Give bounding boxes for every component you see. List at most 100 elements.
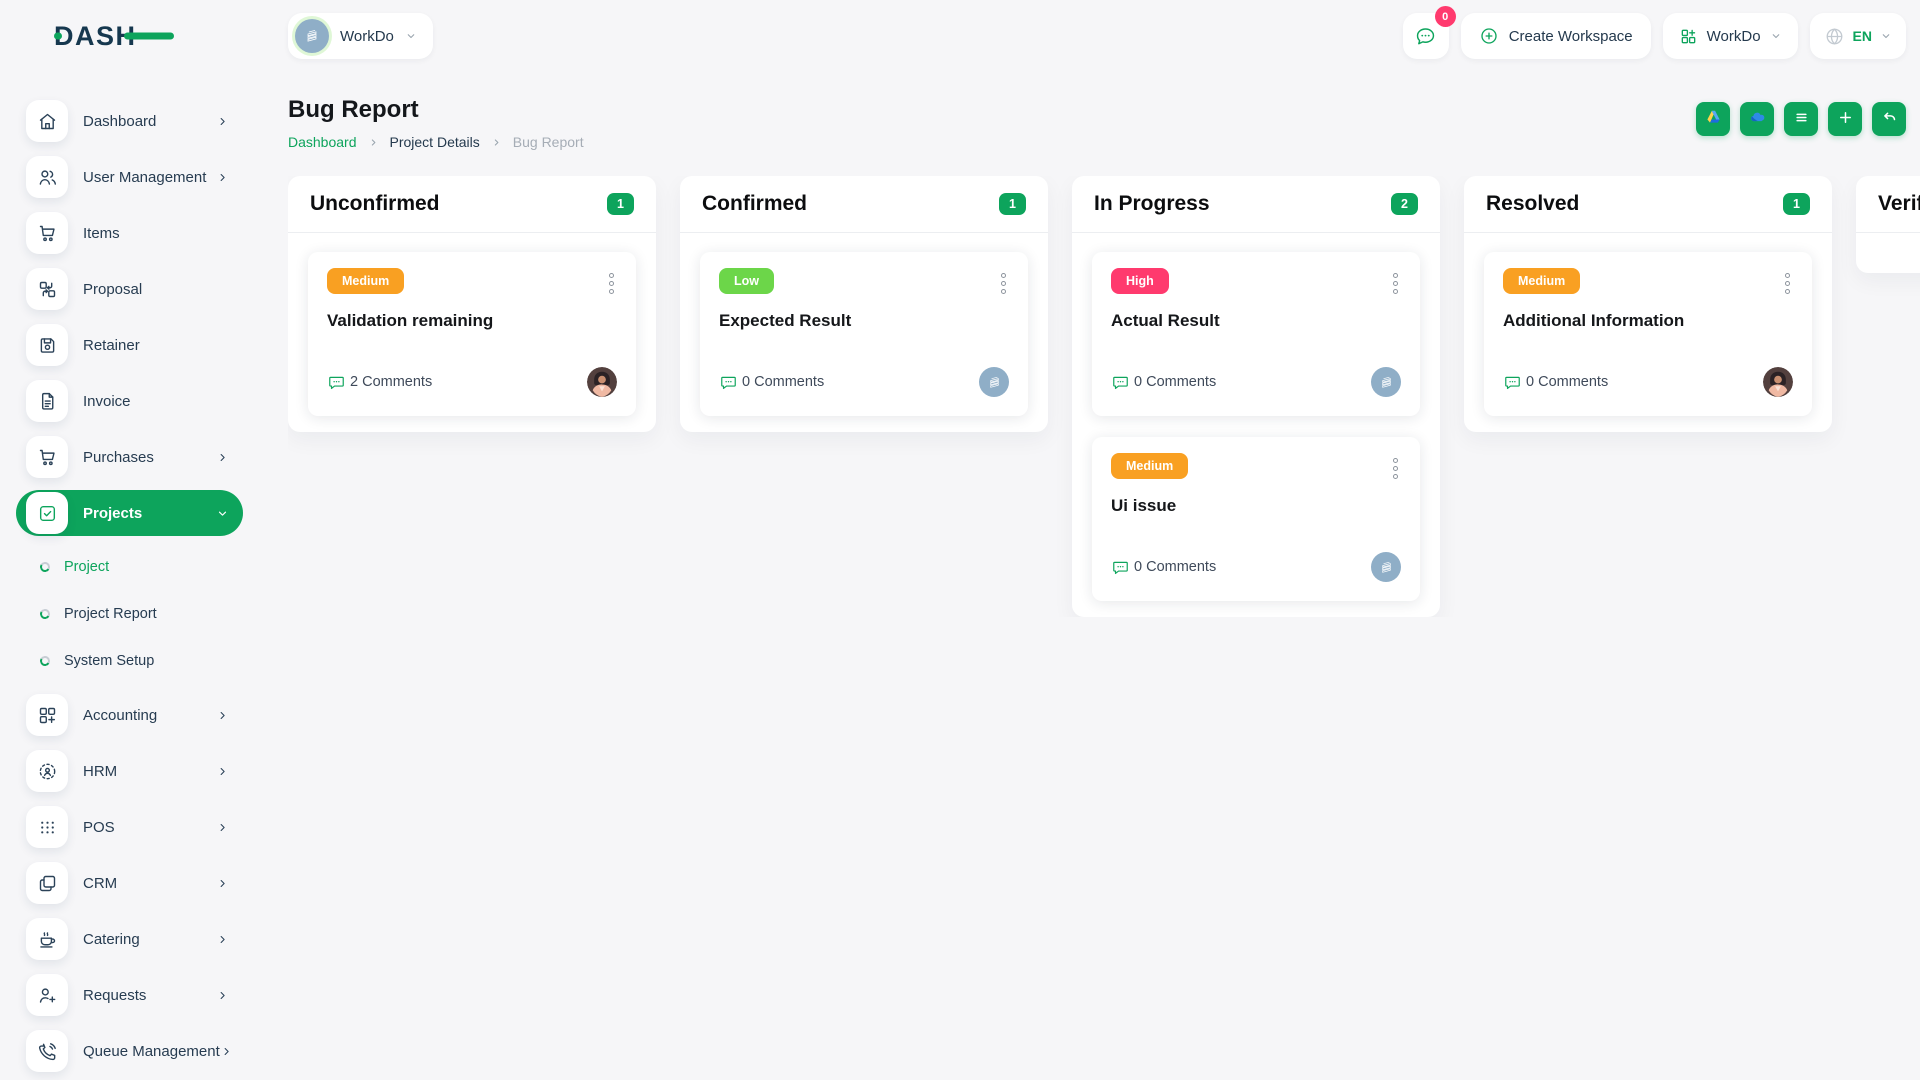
sidebar-item-projects[interactable]: Projects xyxy=(16,490,243,536)
sidebar-item-label: Proposal xyxy=(83,281,229,298)
list-view-button[interactable] xyxy=(1784,102,1818,136)
comments-label: 2 Comments xyxy=(350,374,432,390)
sidebar-item-accounting[interactable]: Accounting xyxy=(16,692,243,738)
sidebar-subitem-label: Project Report xyxy=(64,606,157,622)
one-drive-button[interactable] xyxy=(1740,102,1774,136)
chevron-right-icon xyxy=(216,765,229,778)
chevron-right-icon xyxy=(368,137,379,148)
kebab-menu-icon[interactable] xyxy=(998,268,1009,299)
sidebar-item-items[interactable]: Items xyxy=(16,210,243,256)
kebab-menu-icon[interactable] xyxy=(1782,268,1793,299)
priority-badge: Medium xyxy=(327,268,404,294)
chevron-right-icon xyxy=(216,171,229,184)
create-workspace-button[interactable]: Create Workspace xyxy=(1461,13,1651,59)
chevron-right-icon xyxy=(216,451,229,464)
kanban-card-expected-result[interactable]: Low Expected Result 0 Comments xyxy=(700,252,1028,416)
chevron-right-icon xyxy=(216,115,229,128)
page-title: Bug Report xyxy=(288,96,584,124)
sidebar-item-pos[interactable]: POS xyxy=(16,804,243,850)
column-body: Low Expected Result 0 Comments xyxy=(680,233,1048,432)
workspace-selector[interactable]: WorkDo xyxy=(288,13,433,59)
kanban-board: Unconfirmed1MediumValidation remaining2 … xyxy=(288,176,1920,617)
assignee-avatar[interactable] xyxy=(1371,367,1401,397)
sidebar-item-retainer[interactable]: Retainer xyxy=(16,322,243,368)
column-header: Resolved1 xyxy=(1464,176,1832,233)
comments-count: 2 Comments xyxy=(327,373,432,392)
google-drive-icon xyxy=(1704,108,1723,130)
sidebar-item-proposal[interactable]: Proposal xyxy=(16,266,243,312)
column-count-badge: 1 xyxy=(1783,193,1810,215)
cart-icon xyxy=(26,212,68,254)
kebab-menu-icon[interactable] xyxy=(1390,453,1401,484)
chevron-down-icon xyxy=(216,507,229,520)
google-drive-button[interactable] xyxy=(1696,102,1730,136)
kanban-card-additional-information[interactable]: MediumAdditional Information0 Comments xyxy=(1484,252,1812,416)
app-menu-button[interactable]: WorkDo xyxy=(1663,13,1798,59)
kanban-column-resolved: Resolved1 MediumAdditional Information0 C… xyxy=(1464,176,1832,432)
breadcrumb-dashboard[interactable]: Dashboard xyxy=(288,134,357,150)
kanban-card-validation-remaining[interactable]: Medium Validation remaining 2 Comments xyxy=(308,252,636,416)
sidebar-item-catering[interactable]: Catering xyxy=(16,916,243,962)
bullet-ring-icon xyxy=(39,655,51,667)
card-footer: 0 Comments xyxy=(719,367,1009,397)
card-title: Expected Result xyxy=(719,311,1009,331)
list-icon xyxy=(1792,108,1811,130)
column-header: Confirmed1 xyxy=(680,176,1048,233)
sidebar-item-crm[interactable]: CRM xyxy=(16,860,243,906)
kanban-card-ui-issue[interactable]: MediumUi issue0 Comments xyxy=(1092,437,1420,601)
chevron-right-icon xyxy=(491,137,502,148)
card-title: Actual Result xyxy=(1111,311,1401,331)
board-toolbar xyxy=(1696,102,1906,136)
coffee-icon xyxy=(26,918,68,960)
priority-badge: Low xyxy=(719,268,774,294)
sidebar-item-requests[interactable]: Requests xyxy=(16,972,243,1018)
comments-count: 0 Comments xyxy=(1111,373,1216,392)
sidebar-item-user-management[interactable]: User Management xyxy=(16,154,243,200)
sidebar-subitem-project[interactable]: Project xyxy=(16,546,243,588)
brand-logo[interactable]: DASH xyxy=(0,0,260,72)
kebab-menu-icon[interactable] xyxy=(606,268,617,299)
sidebar-item-dashboard[interactable]: Dashboard xyxy=(16,98,243,144)
language-selector[interactable]: EN xyxy=(1810,13,1906,59)
save-icon xyxy=(26,324,68,366)
card-footer: 0 Comments xyxy=(1111,367,1401,397)
card-top-row: Medium xyxy=(1111,453,1401,484)
breadcrumb-project-details[interactable]: Project Details xyxy=(390,134,480,150)
comment-icon xyxy=(1111,558,1130,577)
language-code: EN xyxy=(1853,28,1872,44)
sidebar-item-label: Items xyxy=(83,225,229,242)
column-title: In Progress xyxy=(1094,192,1210,216)
card-title: Validation remaining xyxy=(327,311,617,331)
sidebar-item-invoice[interactable]: Invoice xyxy=(16,378,243,424)
sidebar-item-label: Catering xyxy=(83,931,216,948)
workspace-name: WorkDo xyxy=(340,28,394,45)
chevron-right-icon xyxy=(216,821,229,834)
sidebar-nav: Dashboard User Management Items Proposal Ret… xyxy=(0,72,260,1074)
breadcrumb-current: Bug Report xyxy=(513,134,584,150)
assignee-avatar[interactable] xyxy=(1371,552,1401,582)
card-footer: 0 Comments xyxy=(1111,552,1401,582)
kanban-column-in-progress: In Progress2HighActual Result0 CommentsM… xyxy=(1072,176,1440,617)
kebab-menu-icon[interactable] xyxy=(1390,268,1401,299)
column-count-badge: 1 xyxy=(999,193,1026,215)
sidebar-item-label: HRM xyxy=(83,763,216,780)
card-top-row: High xyxy=(1111,268,1401,299)
sidebar-subitem-project-report[interactable]: Project Report xyxy=(16,593,243,635)
chevron-down-icon xyxy=(405,30,417,42)
topbar: WorkDo 0 Create Workspace xyxy=(260,0,1920,72)
assignee-avatar[interactable] xyxy=(1763,367,1793,397)
messages-button[interactable]: 0 xyxy=(1403,13,1449,59)
undo-button[interactable] xyxy=(1872,102,1906,136)
comments-label: 0 Comments xyxy=(1134,374,1216,390)
sidebar-subitem-system-setup[interactable]: System Setup xyxy=(16,640,243,682)
assignee-avatar[interactable] xyxy=(587,367,617,397)
sidebar-item-queue-management[interactable]: Queue Management xyxy=(16,1028,243,1074)
page-head: Bug Report Dashboard Project Details Bug… xyxy=(288,96,1920,150)
kanban-card-actual-result[interactable]: High Actual Result 0 Comments xyxy=(1092,252,1420,416)
column-header: Verified xyxy=(1856,176,1920,233)
sidebar-item-hrm[interactable]: HRM xyxy=(16,748,243,794)
sidebar-item-purchases[interactable]: Purchases xyxy=(16,434,243,480)
sidebar-subitem-label: System Setup xyxy=(64,653,154,669)
add-button[interactable] xyxy=(1828,102,1862,136)
assignee-avatar[interactable] xyxy=(979,367,1009,397)
